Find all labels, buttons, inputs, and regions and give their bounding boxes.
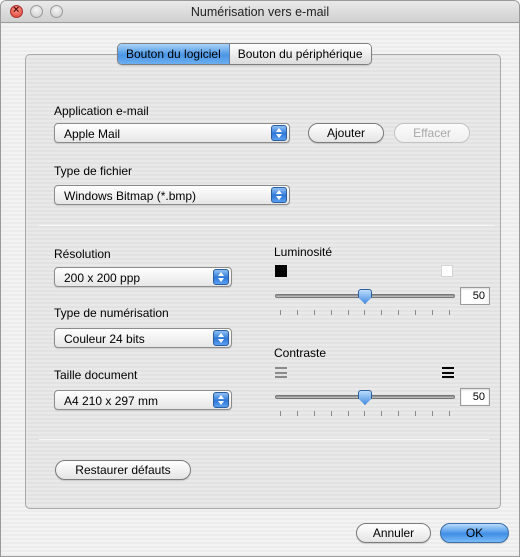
email-app-label: Application e-mail (54, 104, 149, 118)
ok-button[interactable]: OK (440, 523, 509, 543)
resolution-label: Résolution (54, 247, 111, 261)
popup-arrows-icon (271, 125, 287, 141)
contrast-ticks (280, 411, 450, 416)
document-size-select[interactable]: A4 210 x 297 mm (54, 390, 232, 410)
delete-button[interactable]: Effacer (394, 123, 470, 143)
title-bar[interactable]: Numérisation vers e-mail (1, 1, 519, 23)
file-type-select[interactable]: Windows Bitmap (*.bmp) (54, 185, 290, 205)
document-size-label: Taille document (54, 368, 138, 382)
window-title: Numérisation vers e-mail (190, 5, 330, 19)
section-divider (39, 225, 495, 226)
low-contrast-lines-icon (275, 367, 287, 378)
brightness-label: Luminosité (274, 245, 333, 259)
scan-to-email-dialog: Numérisation vers e-mail Bouton du logic… (0, 0, 520, 557)
file-type-label: Type de fichier (54, 164, 133, 178)
popup-arrows-icon (213, 330, 229, 346)
restore-defaults-button[interactable]: Restaurer défauts (55, 460, 191, 480)
tab-software-button[interactable]: Bouton du logiciel (118, 44, 230, 64)
brightness-ticks (280, 310, 450, 315)
white-square-icon (441, 265, 453, 277)
add-button[interactable]: Ajouter (308, 123, 384, 143)
black-square-icon (275, 265, 287, 277)
section-divider (39, 439, 489, 440)
scan-type-select[interactable]: Couleur 24 bits (54, 328, 232, 348)
scan-type-value: Couleur 24 bits (64, 332, 145, 346)
scan-type-label: Type de numérisation (54, 306, 169, 320)
tab-device-button[interactable]: Bouton du périphérique (229, 44, 371, 64)
contrast-label: Contraste (274, 346, 327, 360)
high-contrast-lines-icon (442, 367, 454, 378)
resolution-value: 200 x 200 ppp (64, 271, 141, 285)
email-app-select[interactable]: Apple Mail (54, 123, 290, 143)
contrast-value-field[interactable]: 50 (460, 388, 490, 406)
popup-arrows-icon (271, 187, 287, 203)
resolution-select[interactable]: 200 x 200 ppp (54, 267, 232, 287)
email-app-value: Apple Mail (64, 127, 121, 141)
brightness-value-field[interactable]: 50 (460, 287, 490, 305)
tab-bar: Bouton du logiciel Bouton du périphériqu… (117, 43, 372, 65)
popup-arrows-icon (213, 392, 229, 408)
cancel-button[interactable]: Annuler (356, 523, 431, 543)
popup-arrows-icon (213, 269, 229, 285)
document-size-value: A4 210 x 297 mm (64, 394, 159, 408)
file-type-value: Windows Bitmap (*.bmp) (64, 189, 197, 203)
